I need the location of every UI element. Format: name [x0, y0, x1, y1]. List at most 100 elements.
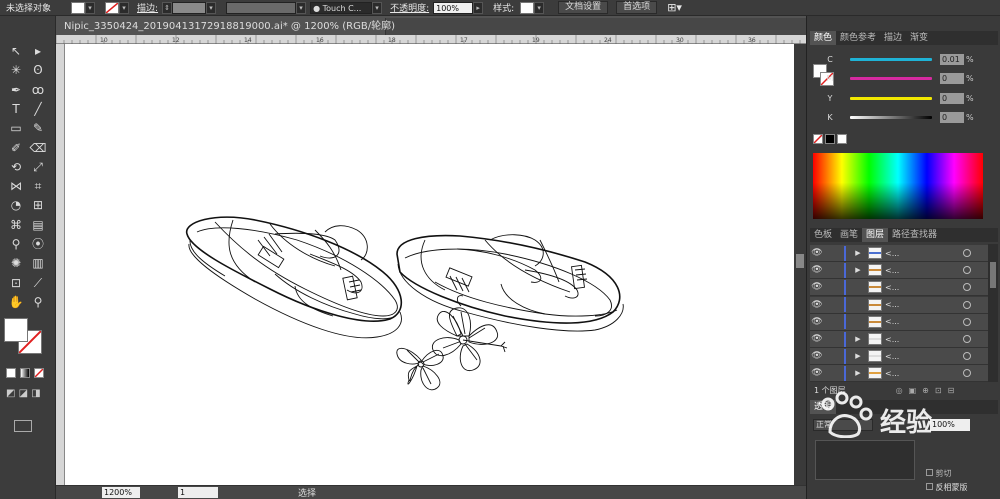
- clip-checkbox[interactable]: [926, 469, 933, 476]
- fill-stroke-proxy[interactable]: [4, 318, 44, 356]
- target-circle-icon[interactable]: [963, 266, 971, 275]
- layer-name[interactable]: <...: [885, 317, 945, 326]
- zoom-tool-icon[interactable]: ⚲: [28, 293, 48, 311]
- column-graph-tool-icon[interactable]: ▥: [28, 254, 48, 272]
- clip-option[interactable]: 剪切: [926, 468, 952, 479]
- expand-arrow-icon[interactable]: ▶: [852, 249, 864, 257]
- stroke-weight-stepper[interactable]: ⇕: [162, 1, 173, 14]
- layer-name[interactable]: <...: [885, 335, 945, 344]
- target-circle-icon[interactable]: [963, 335, 971, 343]
- artboard-tool-icon[interactable]: ⊡: [6, 274, 26, 292]
- channel-value-field[interactable]: 0.01: [940, 53, 964, 65]
- shape-builder-tool-icon[interactable]: ◔: [6, 196, 26, 214]
- screen-mode-button[interactable]: [14, 420, 32, 432]
- channel-track[interactable]: [850, 115, 932, 119]
- free-transform-tool-icon[interactable]: ⌗: [28, 177, 48, 195]
- stroke-swatch[interactable]: [105, 1, 120, 14]
- layer-name[interactable]: <...: [885, 283, 945, 292]
- slider-magenta[interactable]: M 0 %: [810, 71, 998, 85]
- fill-proxy[interactable]: [4, 318, 28, 342]
- invert-mask-option[interactable]: 反相蒙版: [926, 482, 968, 493]
- magic-wand-tool-icon[interactable]: ✳: [6, 61, 26, 79]
- layer-row[interactable]: 👁 ▶ <...: [810, 348, 988, 366]
- channel-value-field[interactable]: 0: [940, 111, 964, 123]
- layer-row[interactable]: 👁 ▶ <...: [810, 331, 988, 348]
- left-flip-flop-outline[interactable]: [186, 216, 403, 339]
- slider-cyan[interactable]: C 0.01 %: [810, 52, 998, 66]
- expand-arrow-icon[interactable]: ▶: [852, 266, 864, 274]
- tab-swatches[interactable]: 色板: [810, 228, 836, 242]
- tab-layers[interactable]: 图层: [862, 228, 889, 242]
- target-circle-icon[interactable]: [963, 300, 971, 309]
- layer-name[interactable]: <...: [885, 369, 945, 378]
- layer-name[interactable]: <...: [885, 300, 945, 309]
- brush-field[interactable]: ● Touch C...: [310, 1, 373, 14]
- type-tool-icon[interactable]: T: [6, 100, 26, 118]
- target-circle-icon[interactable]: [963, 283, 971, 292]
- layer-action-icons[interactable]: ◎▣⊕⊡⊟: [896, 386, 961, 395]
- eraser-tool-icon[interactable]: ⌫: [28, 139, 48, 157]
- paintbrush-tool-icon[interactable]: ✎: [28, 119, 48, 137]
- slider-yellow[interactable]: Y 0 %: [810, 91, 998, 105]
- horizontal-ruler[interactable]: 10 12 14 16 18 17 19 24 30 36: [55, 35, 806, 44]
- hand-tool-icon[interactable]: ✋: [6, 293, 26, 311]
- fill-swatch[interactable]: [71, 1, 86, 14]
- mask-thumbnail[interactable]: [815, 440, 915, 480]
- style-dropdown[interactable]: ▾: [534, 1, 545, 14]
- zoom-field[interactable]: 1200%: [102, 487, 140, 498]
- target-circle-icon[interactable]: [963, 369, 971, 378]
- visibility-eye-icon[interactable]: 👁: [810, 248, 824, 258]
- visibility-eye-icon[interactable]: 👁: [810, 317, 824, 327]
- expand-arrow-icon[interactable]: ▶: [852, 352, 864, 360]
- expand-arrow-icon[interactable]: ▶: [852, 335, 864, 343]
- direct-selection-tool-icon[interactable]: ▸: [28, 42, 48, 60]
- tab-color-guide[interactable]: 颜色参考: [836, 31, 880, 45]
- color-spectrum[interactable]: [813, 153, 983, 219]
- preferences-button[interactable]: 首选项: [616, 1, 658, 14]
- variable-width-dropdown[interactable]: ▾: [296, 1, 307, 14]
- lasso-tool-icon[interactable]: ʘ: [28, 61, 48, 79]
- tab-brushes[interactable]: 画笔: [836, 228, 862, 242]
- stroke-weight-field[interactable]: [172, 1, 207, 14]
- invert-mask-checkbox[interactable]: [926, 483, 933, 490]
- gradient-button[interactable]: [20, 368, 30, 378]
- layer-row[interactable]: 👁 ▶ <...: [810, 245, 988, 262]
- fill-dropdown[interactable]: ▾: [85, 1, 96, 14]
- black-swatch[interactable]: [825, 134, 835, 144]
- layers-scroll-thumb[interactable]: [990, 262, 996, 288]
- brush-dropdown[interactable]: ▾: [372, 1, 383, 14]
- flower-outlines[interactable]: [396, 295, 508, 391]
- document-setup-button[interactable]: 文档设置: [558, 1, 609, 14]
- layer-row[interactable]: 👁 <...: [810, 313, 988, 331]
- selection-tool-icon[interactable]: ↖: [6, 42, 26, 60]
- artboard-canvas[interactable]: [65, 44, 794, 485]
- tab-gradient[interactable]: 渐变: [906, 31, 932, 45]
- slider-black[interactable]: K 0 %: [810, 110, 998, 124]
- document-tab[interactable]: Nipic_3350424_20190413172918819000.ai* @…: [56, 18, 395, 35]
- pencil-tool-icon[interactable]: ✐: [6, 139, 26, 157]
- stroke-dropdown[interactable]: ▾: [119, 1, 130, 14]
- draw-mode-buttons[interactable]: ◩ ◪ ◨: [6, 388, 46, 402]
- scale-tool-icon[interactable]: ⤢: [28, 158, 48, 176]
- vertical-ruler[interactable]: [56, 44, 65, 485]
- layers-scrollbar[interactable]: [988, 244, 998, 382]
- arrange-icon[interactable]: ⊞▾: [667, 1, 682, 14]
- large-flower-outline[interactable]: [431, 307, 508, 372]
- mesh-tool-icon[interactable]: ⌘: [6, 216, 26, 234]
- none-swatch[interactable]: [813, 134, 823, 144]
- scroll-thumb[interactable]: [796, 254, 804, 268]
- visibility-eye-icon[interactable]: 👁: [810, 300, 824, 310]
- width-tool-icon[interactable]: ⋈: [6, 177, 26, 195]
- curvature-tool-icon[interactable]: ꝏ: [28, 81, 48, 99]
- stroke-label[interactable]: 描边:: [137, 1, 158, 14]
- perspective-grid-tool-icon[interactable]: ⊞: [28, 196, 48, 214]
- layer-row[interactable]: 👁 ▶ <...: [810, 262, 988, 280]
- slice-tool-icon[interactable]: ⟋: [28, 274, 48, 292]
- opacity-dropdown[interactable]: ▸: [473, 1, 484, 14]
- layer-name[interactable]: <...: [885, 352, 945, 361]
- artboard-page-field[interactable]: 1: [178, 487, 218, 498]
- transparency-opacity-field[interactable]: 100%: [930, 419, 970, 431]
- channel-value-field[interactable]: 0: [940, 72, 964, 84]
- variable-width-field[interactable]: [226, 1, 297, 14]
- vertical-scrollbar[interactable]: [794, 44, 806, 485]
